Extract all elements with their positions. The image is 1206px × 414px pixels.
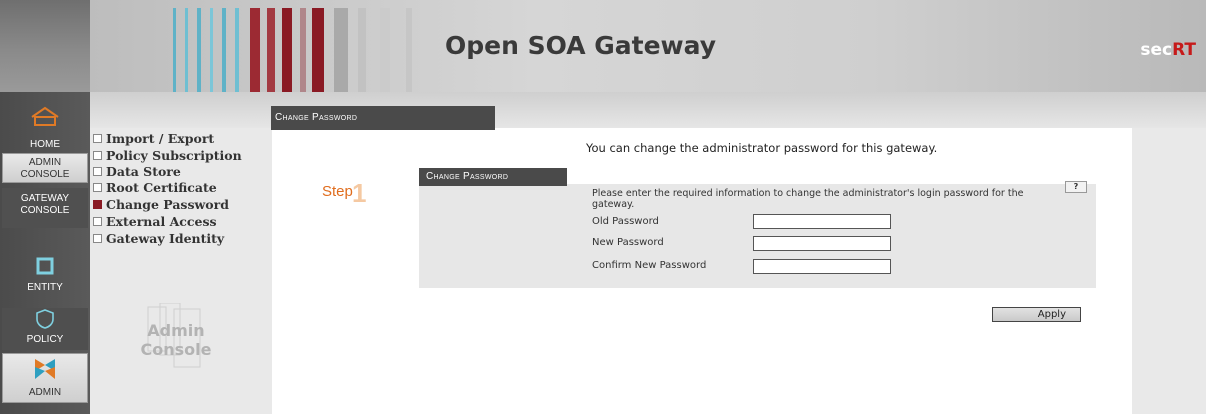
logo-text: Admin Console bbox=[126, 321, 226, 359]
admin-menu: Import / Export Policy Subscription Data… bbox=[90, 128, 272, 414]
apply-button[interactable]: Apply bbox=[992, 307, 1081, 322]
menu-item-label: External Access bbox=[106, 214, 217, 229]
nav-policy[interactable]: POLICY bbox=[2, 308, 88, 350]
menu-item-label: Change Password bbox=[106, 197, 229, 212]
shield-icon bbox=[36, 309, 54, 329]
menu-item-label: Root Certificate bbox=[106, 180, 217, 195]
sub-header-bar bbox=[90, 92, 1206, 128]
new-password-field[interactable] bbox=[753, 236, 891, 251]
nav-home-label[interactable]: HOME bbox=[2, 139, 88, 151]
decor-stripe bbox=[210, 8, 213, 92]
decor-stripe bbox=[300, 8, 306, 92]
decor-stripe bbox=[222, 8, 226, 92]
checkbox-icon bbox=[93, 234, 102, 243]
app-header: Open SOA Gateway secRT bbox=[0, 0, 1206, 92]
brand-prefix: sec bbox=[1140, 40, 1173, 60]
admin-icon bbox=[35, 359, 55, 379]
decor-stripe bbox=[334, 8, 348, 92]
checkbox-icon bbox=[93, 134, 102, 143]
checkbox-icon bbox=[93, 217, 102, 226]
intro-text: You can change the administrator passwor… bbox=[586, 141, 938, 155]
confirm-password-field[interactable] bbox=[753, 259, 891, 274]
admin-console-logo: Admin Console bbox=[126, 303, 226, 373]
menu-item-change-password[interactable]: Change Password bbox=[93, 197, 229, 212]
decor-stripe bbox=[358, 8, 366, 92]
brand-suffix: RT bbox=[1172, 40, 1196, 60]
decor-stripe bbox=[380, 8, 390, 92]
decor-stripe bbox=[282, 8, 292, 92]
menu-item-gateway-identity[interactable]: Gateway Identity bbox=[93, 231, 224, 246]
menu-item-data-store[interactable]: Data Store bbox=[93, 164, 181, 179]
brand-logo: secRT bbox=[1140, 40, 1196, 60]
decor-stripe bbox=[235, 8, 239, 92]
step-label: Step bbox=[322, 183, 353, 200]
menu-item-label: Data Store bbox=[106, 164, 181, 179]
new-password-label: New Password bbox=[592, 237, 664, 248]
nav-gateway-console[interactable]: GATEWAY CONSOLE bbox=[2, 188, 88, 228]
logo-line: Admin bbox=[147, 321, 205, 340]
nav-policy-label: POLICY bbox=[26, 334, 64, 345]
entity-icon bbox=[36, 257, 54, 275]
nav-home[interactable] bbox=[2, 105, 88, 126]
logo-line: Console bbox=[140, 340, 212, 359]
menu-item-policy-subscription[interactable]: Policy Subscription bbox=[93, 148, 242, 163]
menu-item-external-access[interactable]: External Access bbox=[93, 214, 217, 229]
decor-stripe bbox=[250, 8, 260, 92]
page-title: Change Password bbox=[271, 106, 495, 130]
step-number: 1 bbox=[352, 178, 367, 208]
form-title: Change Password bbox=[419, 168, 567, 186]
decor-stripe bbox=[197, 8, 201, 92]
decor-stripe bbox=[173, 8, 176, 92]
nav-admin-label: ADMIN bbox=[28, 387, 62, 398]
old-password-field[interactable] bbox=[753, 214, 891, 229]
decor-stripe bbox=[185, 8, 188, 92]
nav-admin[interactable]: ADMIN bbox=[2, 353, 88, 403]
nav-entity[interactable]: ENTITY bbox=[2, 256, 88, 298]
menu-item-label: Import / Export bbox=[106, 131, 215, 146]
checkbox-icon bbox=[93, 167, 102, 176]
nav-admin-console[interactable]: ADMIN CONSOLE bbox=[2, 153, 88, 183]
app-title: Open SOA Gateway bbox=[445, 31, 717, 60]
menu-item-label: Policy Subscription bbox=[106, 148, 242, 163]
home-icon bbox=[31, 106, 59, 126]
checkbox-icon bbox=[93, 200, 102, 209]
decor-stripe bbox=[406, 8, 412, 92]
help-button[interactable]: ? bbox=[1065, 181, 1087, 193]
decor-stripe bbox=[267, 8, 275, 92]
decor-stripe bbox=[312, 8, 324, 92]
right-margin bbox=[1132, 128, 1206, 414]
form-description: Please enter the required information to… bbox=[592, 188, 1024, 210]
checkbox-icon bbox=[93, 183, 102, 192]
menu-item-root-certificate[interactable]: Root Certificate bbox=[93, 180, 217, 195]
menu-item-import-export[interactable]: Import / Export bbox=[93, 131, 214, 146]
old-password-label: Old Password bbox=[592, 216, 659, 227]
checkbox-icon bbox=[93, 151, 102, 160]
confirm-password-label: Confirm New Password bbox=[592, 260, 707, 271]
nav-entity-label: ENTITY bbox=[27, 282, 63, 293]
menu-item-label: Gateway Identity bbox=[106, 231, 225, 246]
